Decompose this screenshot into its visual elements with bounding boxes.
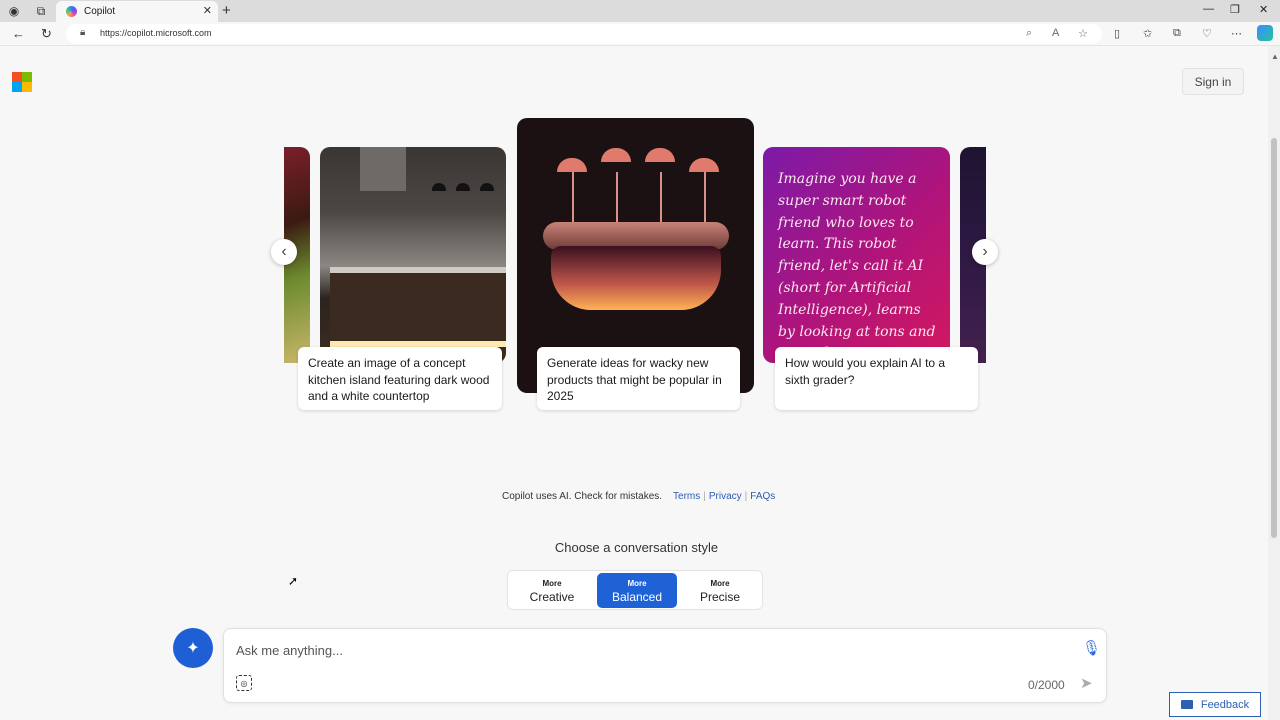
- prompt-card-explain-ai[interactable]: How would you explain AI to a sixth grad…: [775, 347, 978, 410]
- copilot-sidebar-icon[interactable]: [1257, 25, 1273, 41]
- profile-icon[interactable]: ◉: [6, 3, 22, 19]
- close-window-icon[interactable]: ✕: [1259, 3, 1268, 16]
- disclaimer-text: Copilot uses AI. Check for mistakes.: [502, 491, 663, 502]
- style-prefix: More: [710, 579, 730, 588]
- scrollbar[interactable]: ▲: [1268, 46, 1280, 720]
- style-creative-button[interactable]: More Creative: [510, 573, 594, 608]
- back-icon[interactable]: ←: [12, 26, 25, 41]
- pendant-lamp: [480, 183, 494, 191]
- tab-strip: ◉ ⧉ Copilot ✕ + — ❐ ✕: [0, 0, 1280, 22]
- split-screen-icon[interactable]: ▯: [1114, 27, 1120, 40]
- mouse-cursor-icon: ➚: [288, 574, 299, 588]
- kitchen-island-image[interactable]: [320, 147, 506, 363]
- url-text[interactable]: https://copilot.microsoft.com: [100, 28, 212, 38]
- style-precise-button[interactable]: More Precise: [679, 573, 761, 608]
- umbrella: [557, 158, 587, 172]
- favorites-icon[interactable]: ✩: [1143, 27, 1152, 40]
- new-topic-button[interactable]: ✦: [173, 628, 213, 668]
- tab-copilot[interactable]: Copilot ✕: [56, 1, 218, 22]
- scroll-thumb[interactable]: [1271, 138, 1277, 538]
- new-tab-button[interactable]: +: [222, 2, 231, 19]
- conversation-style-title: Choose a conversation style: [554, 540, 719, 555]
- range-hood: [360, 147, 406, 191]
- chevron-left-icon: ‹: [281, 243, 287, 260]
- carousel-next-button[interactable]: ›: [972, 239, 998, 265]
- style-label: Balanced: [611, 590, 663, 604]
- more-icon[interactable]: ⋯: [1231, 27, 1242, 40]
- restore-icon[interactable]: ❐: [1230, 3, 1240, 16]
- conversation-style-toggle: More Creative More Balanced More Precise: [507, 570, 763, 610]
- prompt-card-kitchen[interactable]: Create an image of a concept kitchen isl…: [298, 347, 502, 410]
- workspaces-icon[interactable]: ⧉: [33, 3, 49, 19]
- faqs-link[interactable]: FAQs: [750, 491, 775, 502]
- microsoft-logo-icon: [12, 72, 32, 92]
- pendant-lamp: [432, 183, 446, 191]
- feedback-label: Feedback: [1200, 698, 1250, 711]
- favorite-star-icon[interactable]: ☆: [1078, 27, 1088, 40]
- collections-icon[interactable]: ⧉: [1173, 27, 1181, 40]
- umbrella-pole: [572, 172, 574, 224]
- prompt-card-wacky-products[interactable]: Generate ideas for wacky new products th…: [537, 347, 740, 410]
- pendant-lamp: [456, 183, 470, 191]
- new-topic-icon: ✦: [186, 640, 200, 657]
- feedback-button[interactable]: Feedback: [1169, 692, 1261, 717]
- read-aloud-icon[interactable]: A: [1052, 27, 1059, 39]
- umbrella: [689, 158, 719, 172]
- tab-title: Copilot: [84, 6, 116, 17]
- minimize-icon[interactable]: —: [1203, 3, 1214, 15]
- address-bar[interactable]: 🔒︎ https://copilot.microsoft.com ⌕ A ☆: [66, 24, 1102, 44]
- style-balanced-button[interactable]: More Balanced: [597, 573, 677, 608]
- chat-input-box: 🎙︎ ◎ 0/2000 ➤: [223, 628, 1107, 703]
- style-label: Creative: [529, 590, 575, 604]
- sign-in-button[interactable]: Sign in: [1182, 68, 1244, 95]
- style-prefix: More: [542, 579, 562, 588]
- disclaimer: Copilot uses AI. Check for mistakes. Ter…: [502, 491, 776, 502]
- zoom-icon[interactable]: ⌕: [1026, 27, 1032, 40]
- lock-icon: 🔒︎: [80, 27, 86, 38]
- kitchen-island: [330, 267, 506, 347]
- ask-input[interactable]: [236, 639, 1036, 661]
- browser-toolbar: ← ↻ 🔒︎ https://copilot.microsoft.com ⌕ A…: [0, 22, 1280, 46]
- send-icon[interactable]: ➤: [1080, 674, 1093, 692]
- carousel-prev-button[interactable]: ‹: [271, 239, 297, 265]
- umbrella-pole: [660, 172, 662, 224]
- umbrella: [601, 148, 631, 162]
- extensions-icon[interactable]: ♡: [1202, 27, 1212, 40]
- page: Sign in ▲ Imagine you have a super smart…: [0, 46, 1280, 720]
- privacy-link[interactable]: Privacy: [709, 491, 742, 502]
- image-text: Imagine you have a super smart robot fri…: [778, 171, 936, 361]
- umbrella-pole: [616, 172, 618, 224]
- refresh-icon[interactable]: ↻: [41, 26, 52, 42]
- scroll-up-icon[interactable]: ▲: [1271, 52, 1279, 61]
- umbrella-pole: [704, 172, 706, 224]
- chevron-right-icon: ›: [982, 243, 988, 260]
- ai-explanation-image[interactable]: Imagine you have a super smart robot fri…: [763, 147, 950, 363]
- style-prefix: More: [627, 579, 647, 588]
- microphone-icon[interactable]: 🎙︎: [1082, 639, 1101, 657]
- image-search-icon[interactable]: ◎: [236, 675, 252, 691]
- feedback-icon: [1180, 700, 1193, 709]
- close-tab-icon[interactable]: ✕: [203, 4, 212, 17]
- copilot-favicon-icon: [66, 6, 77, 17]
- umbrella: [645, 148, 675, 162]
- character-count: 0/2000: [1028, 678, 1065, 692]
- terms-link[interactable]: Terms: [673, 491, 700, 502]
- style-label: Precise: [699, 590, 740, 604]
- goggle-lens: [551, 246, 721, 310]
